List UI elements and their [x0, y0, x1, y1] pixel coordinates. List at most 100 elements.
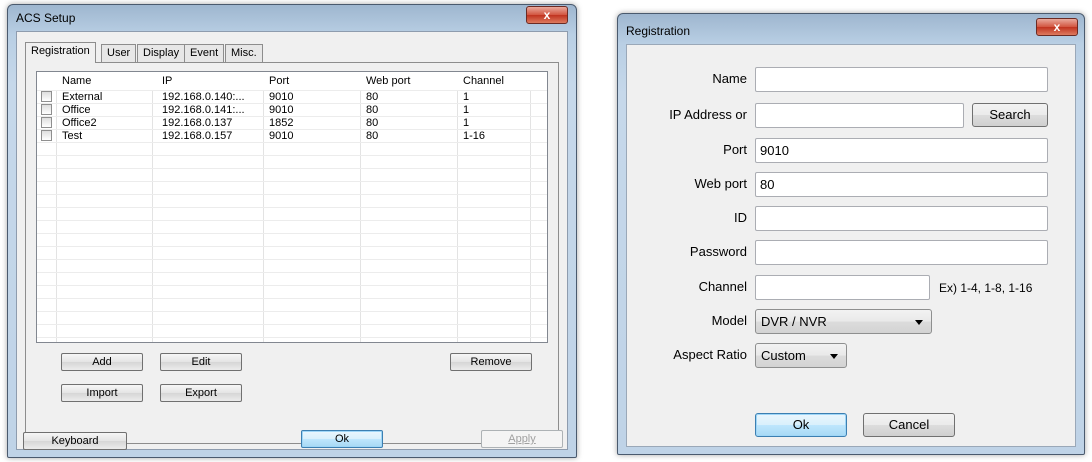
acs-client-area: Registration User Display Event Misc. Na…	[16, 31, 568, 450]
password-field[interactable]	[755, 240, 1048, 265]
cell-ip: 192.168.0.137	[162, 117, 233, 129]
web-port-field[interactable]: 80	[755, 172, 1048, 197]
keyboard-button[interactable]: Keyboard	[23, 432, 127, 450]
row-gridline	[37, 194, 547, 195]
cell-web-port: 80	[366, 130, 379, 142]
row-gridline	[37, 220, 547, 221]
tab-display[interactable]: Display	[137, 44, 186, 62]
row-gridline	[37, 207, 547, 208]
cell-name: Test	[62, 130, 83, 142]
channel-hint: Ex) 1-4, 1-8, 1-16	[939, 281, 1033, 295]
registration-dialog: Registration x Name IP Address or Search…	[617, 13, 1085, 455]
cell-name: External	[62, 91, 103, 103]
ok-button[interactable]: Ok	[301, 430, 383, 448]
column-header-ip[interactable]: IP	[162, 75, 172, 88]
edit-button[interactable]: Edit	[160, 353, 242, 371]
row-gridline	[37, 233, 547, 234]
cell-channel: 1	[463, 117, 470, 129]
acs-setup-window: ACS Setup x Registration User Display Ev…	[7, 4, 577, 458]
name-label: Name	[712, 71, 747, 86]
close-button[interactable]: x	[1036, 18, 1078, 36]
row-checkbox[interactable]	[41, 104, 52, 115]
close-button[interactable]: x	[526, 6, 568, 24]
apply-button: Apply	[481, 430, 563, 448]
cell-ip: 192.168.0.140:...	[162, 91, 245, 103]
ip-label: IP Address or	[669, 107, 747, 122]
tab-label: Event	[190, 47, 219, 59]
cell-port: 9010	[269, 104, 294, 116]
search-button[interactable]: Search	[972, 103, 1048, 127]
row-gridline	[37, 155, 547, 156]
id-label: ID	[734, 210, 747, 225]
cell-ip: 192.168.0.141:...	[162, 104, 245, 116]
column-header-web-port[interactable]: Web port	[366, 75, 410, 88]
tab-label: User	[107, 47, 131, 59]
row-gridline	[37, 285, 547, 286]
row-checkbox[interactable]	[41, 117, 52, 128]
cell-port: 9010	[269, 91, 294, 103]
model-label: Model	[711, 313, 747, 328]
cell-port: 9010	[269, 130, 294, 142]
column-header-port[interactable]: Port	[269, 75, 289, 88]
window-title: ACS Setup	[16, 11, 76, 25]
channel-field[interactable]	[755, 275, 930, 300]
row-gridline	[37, 337, 547, 338]
acs-setup-titlebar[interactable]: ACS Setup x	[8, 5, 576, 31]
tab-misc[interactable]: Misc.	[225, 44, 263, 62]
remove-button[interactable]: Remove	[450, 353, 532, 371]
row-gridline	[37, 259, 547, 260]
model-dropdown[interactable]: DVR / NVR	[755, 309, 932, 334]
chevron-down-icon	[915, 320, 923, 325]
model-selected-value: DVR / NVR	[761, 314, 827, 329]
cell-web-port: 80	[366, 117, 379, 129]
port-label: Port	[723, 142, 747, 157]
column-header-channel[interactable]: Channel	[463, 75, 504, 88]
id-field[interactable]	[755, 206, 1048, 231]
tab-event[interactable]: Event	[184, 44, 225, 62]
row-gridline	[37, 168, 547, 169]
registration-form: Name IP Address or Search Port 9010 Web …	[626, 44, 1076, 447]
chevron-down-icon	[830, 354, 838, 359]
aspect-ratio-selected-value: Custom	[761, 348, 806, 363]
port-field[interactable]: 9010	[755, 138, 1048, 163]
cell-port: 1852	[269, 117, 294, 129]
column-header-name[interactable]: Name	[62, 75, 91, 88]
list-header: Name IP Port Web port Channel	[37, 72, 547, 90]
cancel-button[interactable]: Cancel	[863, 413, 955, 437]
cell-web-port: 80	[366, 91, 379, 103]
cell-ip: 192.168.0.157	[162, 130, 233, 142]
cell-name: Office	[62, 104, 91, 116]
row-gridline	[37, 324, 547, 325]
dialog-title: Registration	[626, 24, 691, 38]
ip-address-field[interactable]	[755, 103, 964, 128]
cell-channel: 1	[463, 104, 470, 116]
tab-label: Display	[143, 47, 180, 59]
close-icon: x	[543, 8, 551, 22]
tab-registration[interactable]: Registration	[25, 42, 96, 63]
row-gridline	[37, 298, 547, 299]
ok-button[interactable]: Ok	[755, 413, 847, 437]
tab-label: Misc.	[231, 47, 257, 59]
name-field[interactable]	[755, 67, 1048, 92]
add-button[interactable]: Add	[61, 353, 143, 371]
import-button[interactable]: Import	[61, 384, 143, 402]
channel-label: Channel	[698, 279, 747, 294]
row-gridline	[37, 181, 547, 182]
aspect-ratio-dropdown[interactable]: Custom	[755, 343, 847, 368]
cell-channel: 1-16	[463, 130, 486, 142]
export-button[interactable]: Export	[160, 384, 242, 402]
close-icon: x	[1053, 20, 1061, 34]
tab-label: Registration	[31, 45, 90, 57]
row-gridline	[37, 311, 547, 312]
device-list[interactable]: Name IP Port Web port Channel External 1…	[36, 71, 548, 343]
cell-web-port: 80	[366, 104, 379, 116]
cell-channel: 1	[463, 91, 470, 103]
registration-titlebar[interactable]: Registration x	[618, 14, 1084, 40]
row-checkbox[interactable]	[41, 91, 52, 102]
row-gridline	[37, 246, 547, 247]
aspect-ratio-label: Aspect Ratio	[673, 347, 747, 362]
cell-name: Office2	[62, 117, 97, 129]
tab-user[interactable]: User	[101, 44, 137, 62]
row-gridline	[37, 272, 547, 273]
row-checkbox[interactable]	[41, 130, 52, 141]
